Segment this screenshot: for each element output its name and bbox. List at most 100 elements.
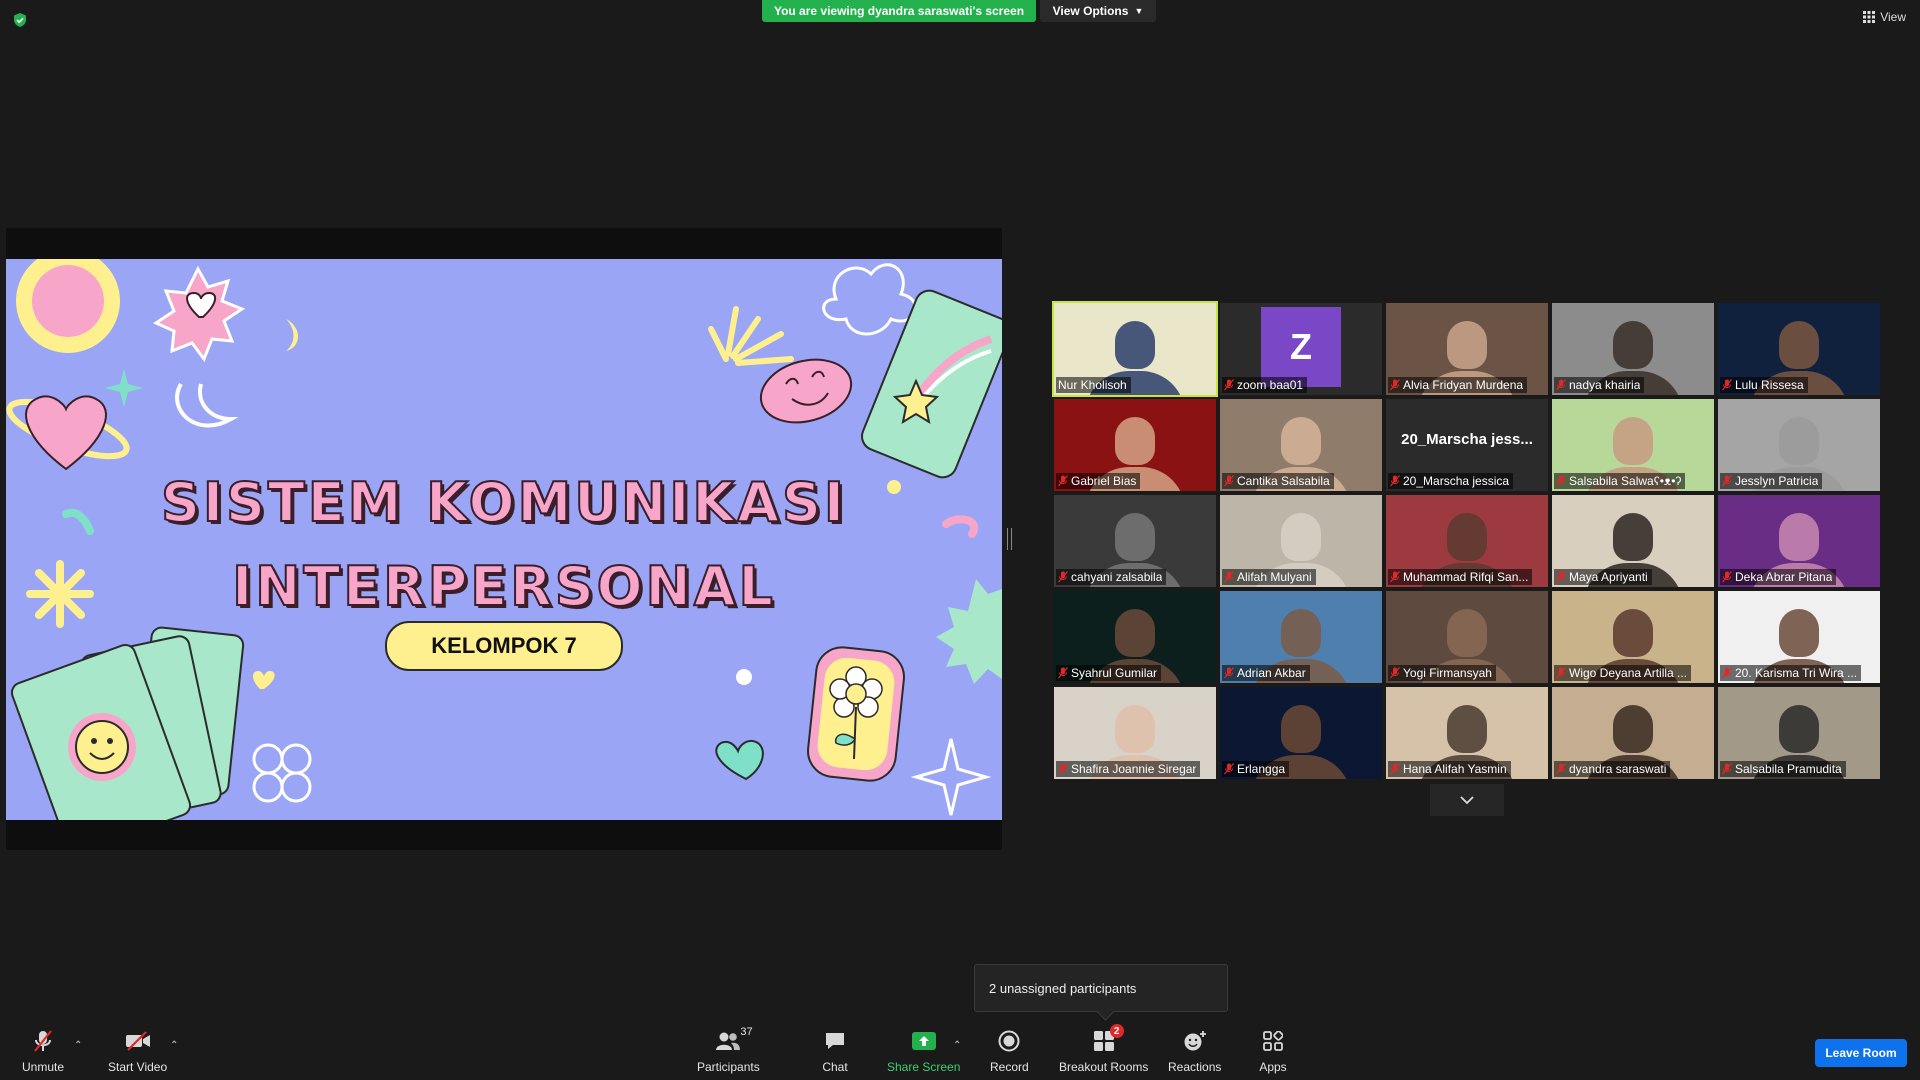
participant-name-label: Shafira Joannie Siregar: [1056, 761, 1201, 777]
record-label: Record: [990, 1060, 1029, 1074]
participant-silhouette-head: [1613, 321, 1653, 369]
tooltip-text: 2 unassigned participants: [989, 980, 1137, 996]
participant-tile[interactable]: Yogi Firmansyah: [1386, 591, 1548, 683]
participant-silhouette-head: [1779, 321, 1819, 369]
chat-bubble-icon: [826, 1033, 844, 1049]
participant-name: Gabriel Bias: [1071, 474, 1137, 488]
participant-name: Salsabila Salwaʕ•ᴥ•ʔ: [1569, 474, 1682, 488]
microphone-muted-icon: [1390, 475, 1400, 487]
leave-room-button[interactable]: Leave Room: [1815, 1039, 1907, 1067]
participant-tile[interactable]: Jesslyn Patricia: [1718, 399, 1880, 491]
participant-tile[interactable]: Zzoom baa01: [1220, 303, 1382, 395]
participant-name-label: cahyani zalsabila: [1056, 569, 1167, 585]
grid-view-icon: [1863, 11, 1876, 23]
share-screen-label: Share Screen: [887, 1060, 961, 1074]
participant-tile[interactable]: Cantika Salsabila: [1220, 399, 1382, 491]
participant-tile[interactable]: Shafira Joannie Siregar: [1054, 687, 1216, 779]
view-options-button[interactable]: View Options ▼: [1040, 0, 1156, 22]
reactions-button[interactable]: Reactions: [1168, 1028, 1221, 1074]
microphone-muted-icon: [1058, 475, 1068, 487]
slide-decorations: [6, 259, 1002, 820]
participant-tile[interactable]: nadya khairia: [1552, 303, 1714, 395]
show-more-participants-button[interactable]: [1430, 784, 1504, 816]
microphone-muted-icon: [1556, 763, 1566, 775]
participant-name-label: Erlangga: [1222, 761, 1290, 777]
participants-button[interactable]: 37 Participants: [697, 1026, 760, 1074]
participant-silhouette-head: [1281, 417, 1321, 465]
participant-silhouette-head: [1779, 513, 1819, 561]
microphone-muted-icon: [1390, 379, 1400, 391]
participant-tile[interactable]: dyandra saraswati: [1552, 687, 1714, 779]
participant-silhouette-head: [1779, 705, 1819, 753]
participant-avatar: Z: [1261, 307, 1341, 387]
participant-name-label: nadya khairia: [1554, 377, 1645, 393]
participant-name: Cantika Salsabila: [1237, 474, 1330, 488]
participant-name-label: Maya Apriyanti: [1554, 569, 1652, 585]
microphone-muted-icon: [1722, 379, 1732, 391]
breakout-rooms-button[interactable]: 2 Breakout Rooms: [1059, 1024, 1148, 1074]
share-screen-button[interactable]: Share Screen: [887, 1028, 960, 1074]
participant-name-label: Gabriel Bias: [1056, 473, 1141, 489]
start-video-button[interactable]: Start Video: [108, 1028, 167, 1074]
participant-name-label: Nur Kholisoh: [1056, 377, 1131, 393]
view-button[interactable]: View: [1863, 10, 1906, 24]
resize-splitter-handle[interactable]: [1007, 528, 1012, 550]
participant-tile[interactable]: Adrian Akbar: [1220, 591, 1382, 683]
participant-name-label: Syahrul Gumilar: [1056, 665, 1162, 681]
participant-name: Muhammad Rifqi San...: [1403, 570, 1529, 584]
participant-name-label: Wigo Deyana Artilla ...: [1554, 665, 1692, 681]
participant-silhouette-head: [1779, 417, 1819, 465]
view-options-label: View Options: [1052, 4, 1129, 18]
unmute-button[interactable]: Unmute: [22, 1028, 64, 1074]
participant-tile[interactable]: Salsabila Salwaʕ•ᴥ•ʔ: [1552, 399, 1714, 491]
participant-silhouette-head: [1447, 513, 1487, 561]
participant-tile[interactable]: Gabriel Bias: [1054, 399, 1216, 491]
participant-name: Deka Abrar Pitana: [1735, 570, 1833, 584]
participant-name: 20. Karisma Tri Wira ...: [1735, 666, 1858, 680]
participant-name: Alifah Mulyani: [1237, 570, 1312, 584]
participant-tile[interactable]: Deka Abrar Pitana: [1718, 495, 1880, 587]
participant-name-label: Muhammad Rifqi San...: [1388, 569, 1533, 585]
participant-name-label: 20. Karisma Tri Wira ...: [1720, 665, 1862, 681]
microphone-muted-icon: [1224, 475, 1234, 487]
share-options-caret-icon[interactable]: ⌃: [953, 1040, 961, 1051]
participant-silhouette-head: [1447, 705, 1487, 753]
participant-tile[interactable]: Nur Kholisoh: [1052, 301, 1218, 397]
participant-tile[interactable]: Maya Apriyanti: [1552, 495, 1714, 587]
participant-tile[interactable]: Alvia Fridyan Murdena: [1386, 303, 1548, 395]
participant-name-label: Deka Abrar Pitana: [1720, 569, 1837, 585]
audio-options-caret-icon[interactable]: ⌃: [74, 1040, 82, 1051]
participant-silhouette-head: [1613, 705, 1653, 753]
participant-name: Lulu Rissesa: [1735, 378, 1804, 392]
participant-name: dyandra saraswati: [1569, 762, 1667, 776]
participant-tile[interactable]: Alifah Mulyani: [1220, 495, 1382, 587]
participant-silhouette-head: [1447, 609, 1487, 657]
participant-tile[interactable]: Hana Alifah Yasmin: [1386, 687, 1548, 779]
participant-tile[interactable]: cahyani zalsabila: [1054, 495, 1216, 587]
participant-silhouette-head: [1115, 513, 1155, 561]
participant-tile[interactable]: Wigo Deyana Artilla ...: [1552, 591, 1714, 683]
participant-name-label: 20_Marscha jessica: [1388, 473, 1514, 489]
participant-tile[interactable]: 20. Karisma Tri Wira ...: [1718, 591, 1880, 683]
participant-name-label: Cantika Salsabila: [1222, 473, 1334, 489]
apps-button[interactable]: Apps: [1259, 1028, 1287, 1074]
slide-title-line1: SISTEM KOMUNIKASI: [160, 470, 847, 535]
participant-tile[interactable]: Erlangga: [1220, 687, 1382, 779]
participant-tile[interactable]: Syahrul Gumilar: [1054, 591, 1216, 683]
participant-tile[interactable]: Salsabila Pramudita: [1718, 687, 1880, 779]
participant-name-label: Yogi Firmansyah: [1388, 665, 1496, 681]
participant-tile[interactable]: Lulu Rissesa: [1718, 303, 1880, 395]
participant-name: Erlangga: [1237, 762, 1286, 776]
microphone-muted-icon: [1224, 763, 1234, 775]
chat-button[interactable]: Chat: [821, 1028, 849, 1074]
participant-name: Jesslyn Patricia: [1735, 474, 1819, 488]
record-button[interactable]: Record: [990, 1028, 1029, 1074]
security-shield-icon[interactable]: [12, 12, 28, 28]
chevron-down-icon: ▼: [1134, 6, 1144, 16]
video-options-caret-icon[interactable]: ⌃: [170, 1040, 178, 1051]
microphone-muted-icon: [1556, 379, 1566, 391]
participant-tile[interactable]: 20_Marscha jess... 20_Marscha jessica: [1386, 399, 1548, 491]
participant-silhouette-head: [1115, 609, 1155, 657]
participant-tile[interactable]: Muhammad Rifqi San...: [1386, 495, 1548, 587]
microphone-muted-icon: [1722, 571, 1732, 583]
